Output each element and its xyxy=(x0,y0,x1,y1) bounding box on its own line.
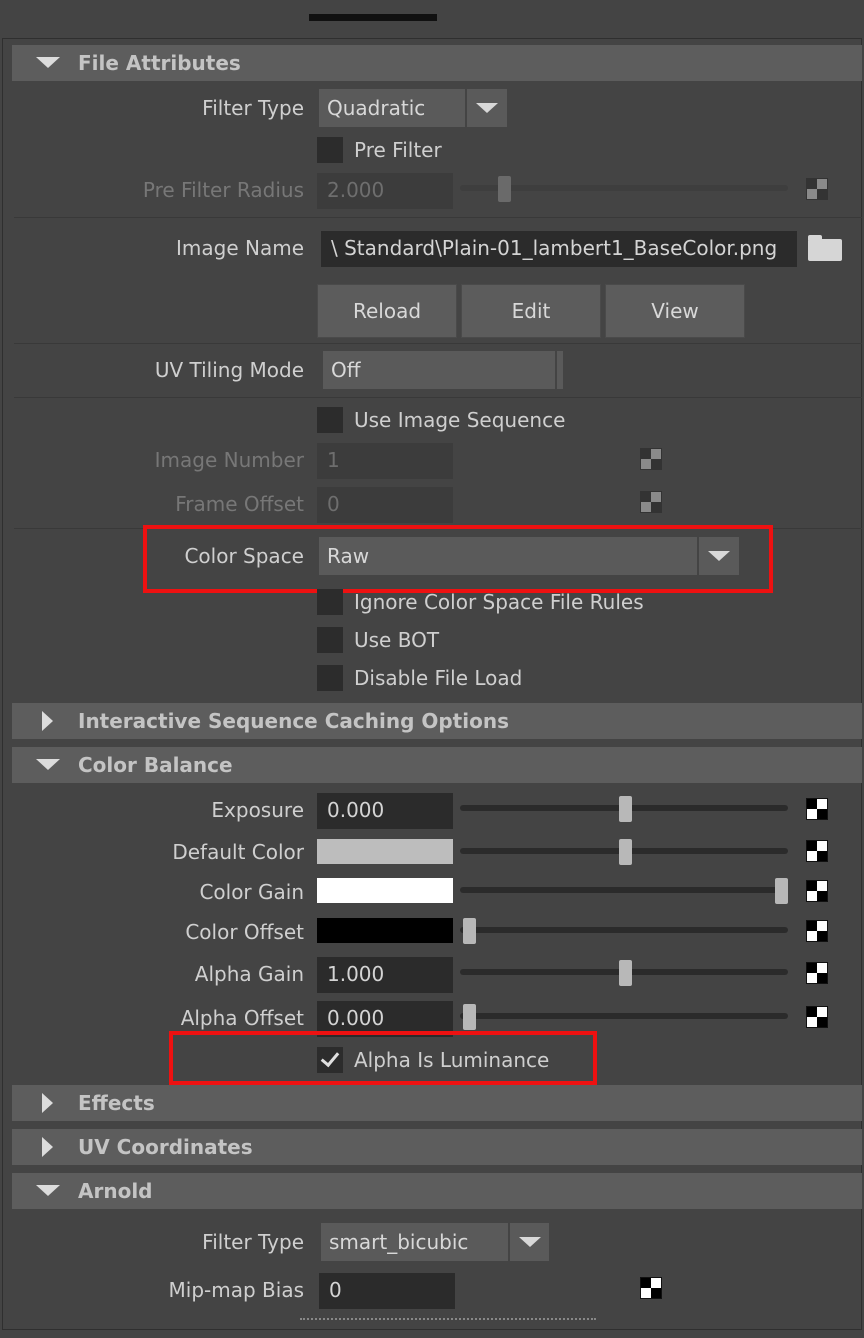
view-button[interactable]: View xyxy=(605,284,745,338)
use-image-sequence-label: Use Image Sequence xyxy=(354,408,566,432)
checker-map-icon[interactable] xyxy=(806,798,828,820)
collapse-triangle-icon xyxy=(36,1185,60,1196)
ignore-color-space-rules-label: Ignore Color Space File Rules xyxy=(354,590,644,614)
mipmap-bias-label: Mip-map Bias xyxy=(168,1278,304,1302)
image-number-field[interactable]: 1 xyxy=(317,443,453,479)
section-header-interactive-caching[interactable]: Interactive Sequence Caching Options xyxy=(12,703,862,739)
section-title: Arnold xyxy=(78,1179,153,1203)
resize-grip-dots[interactable] xyxy=(300,1318,596,1320)
uv-tiling-dropdown-edge xyxy=(557,351,563,389)
section-header-effects[interactable]: Effects xyxy=(12,1085,862,1121)
use-image-sequence-checkbox[interactable] xyxy=(317,407,343,433)
color-offset-slider-handle[interactable] xyxy=(463,918,476,944)
expand-triangle-icon xyxy=(42,711,53,731)
color-gain-swatch[interactable] xyxy=(317,878,453,903)
color-gain-slider[interactable] xyxy=(460,887,788,893)
arnold-filter-type-dropdown[interactable]: smart_bicubic xyxy=(321,1223,508,1261)
color-offset-slider[interactable] xyxy=(460,927,788,933)
expand-triangle-icon xyxy=(42,1137,53,1157)
default-color-slider-handle[interactable] xyxy=(619,839,632,865)
ignore-color-space-rules-checkbox[interactable] xyxy=(317,589,343,615)
color-gain-label: Color Gain xyxy=(199,880,304,904)
edit-button[interactable]: Edit xyxy=(461,284,601,338)
section-title: Interactive Sequence Caching Options xyxy=(78,709,509,733)
exposure-slider-handle[interactable] xyxy=(619,796,632,822)
highlight-box-color-space xyxy=(143,525,773,593)
checker-map-icon[interactable] xyxy=(806,880,828,902)
use-bot-checkbox[interactable] xyxy=(317,627,343,653)
collapse-triangle-icon xyxy=(36,57,60,68)
checker-map-icon[interactable] xyxy=(806,178,828,200)
mipmap-bias-field[interactable]: 0 xyxy=(319,1273,455,1309)
color-offset-label: Color Offset xyxy=(185,920,304,944)
section-title: Effects xyxy=(78,1091,155,1115)
section-header-file-attributes[interactable]: File Attributes xyxy=(12,45,862,81)
exposure-label: Exposure xyxy=(211,798,304,822)
chevron-down-icon[interactable] xyxy=(467,89,507,127)
divider xyxy=(14,343,862,344)
arnold-filter-type-label: Filter Type xyxy=(202,1230,304,1254)
alpha-offset-slider-handle[interactable] xyxy=(463,1004,476,1030)
divider xyxy=(14,397,862,398)
folder-icon[interactable] xyxy=(808,235,842,261)
section-header-uv-coordinates[interactable]: UV Coordinates xyxy=(12,1129,862,1165)
checker-map-icon[interactable] xyxy=(640,448,662,470)
alpha-offset-slider[interactable] xyxy=(460,1013,788,1019)
pre-filter-checkbox[interactable] xyxy=(317,137,343,163)
disable-file-load-label: Disable File Load xyxy=(354,666,523,690)
checker-map-icon[interactable] xyxy=(640,491,662,513)
uv-tiling-mode-label: UV Tiling Mode xyxy=(154,358,304,382)
color-gain-slider-handle[interactable] xyxy=(775,878,788,904)
alpha-offset-label: Alpha Offset xyxy=(180,1006,304,1030)
section-header-arnold[interactable]: Arnold xyxy=(12,1173,862,1209)
collapse-triangle-icon xyxy=(36,759,60,770)
frame-offset-field[interactable]: 0 xyxy=(317,487,453,523)
highlight-box-alpha-is-luminance xyxy=(169,1031,597,1085)
checker-map-icon[interactable] xyxy=(806,962,828,984)
alpha-gain-field[interactable]: 1.000 xyxy=(317,957,453,993)
filter-type-dropdown[interactable]: Quadratic xyxy=(319,89,465,127)
image-number-label: Image Number xyxy=(154,448,304,472)
default-color-swatch[interactable] xyxy=(317,839,453,864)
disable-file-load-checkbox[interactable] xyxy=(317,665,343,691)
image-name-label: Image Name xyxy=(176,236,304,260)
image-name-field[interactable]: \ Standard\Plain-01_lambert1_BaseColor.p… xyxy=(321,231,797,267)
section-title: UV Coordinates xyxy=(78,1135,253,1159)
alpha-gain-label: Alpha Gain xyxy=(194,962,304,986)
pre-filter-radius-slider-handle[interactable] xyxy=(498,176,511,202)
alpha-gain-slider-handle[interactable] xyxy=(619,960,632,986)
checker-map-icon[interactable] xyxy=(640,1277,662,1299)
divider xyxy=(14,217,862,218)
frame-offset-label: Frame Offset xyxy=(175,492,304,516)
reload-button[interactable]: Reload xyxy=(317,284,457,338)
pre-filter-label: Pre Filter xyxy=(354,138,442,162)
section-title: File Attributes xyxy=(78,51,241,75)
checker-map-icon[interactable] xyxy=(806,1006,828,1028)
exposure-field[interactable]: 0.000 xyxy=(317,793,453,829)
use-bot-label: Use BOT xyxy=(354,628,440,652)
expand-triangle-icon xyxy=(42,1093,53,1113)
uv-tiling-mode-dropdown[interactable]: Off xyxy=(323,351,555,389)
filter-type-label: Filter Type xyxy=(202,96,304,120)
default-color-label: Default Color xyxy=(172,840,304,864)
checker-map-icon[interactable] xyxy=(806,920,828,942)
pre-filter-radius-field[interactable]: 2.000 xyxy=(317,173,453,209)
section-title: Color Balance xyxy=(78,753,233,777)
folder-body xyxy=(808,239,842,261)
chevron-down-icon[interactable] xyxy=(510,1223,549,1261)
color-offset-swatch[interactable] xyxy=(317,918,453,943)
panel-drag-handle[interactable] xyxy=(309,14,437,21)
pre-filter-radius-label: Pre Filter Radius xyxy=(142,178,304,202)
checker-map-icon[interactable] xyxy=(806,840,828,862)
section-header-color-balance[interactable]: Color Balance xyxy=(12,747,862,783)
